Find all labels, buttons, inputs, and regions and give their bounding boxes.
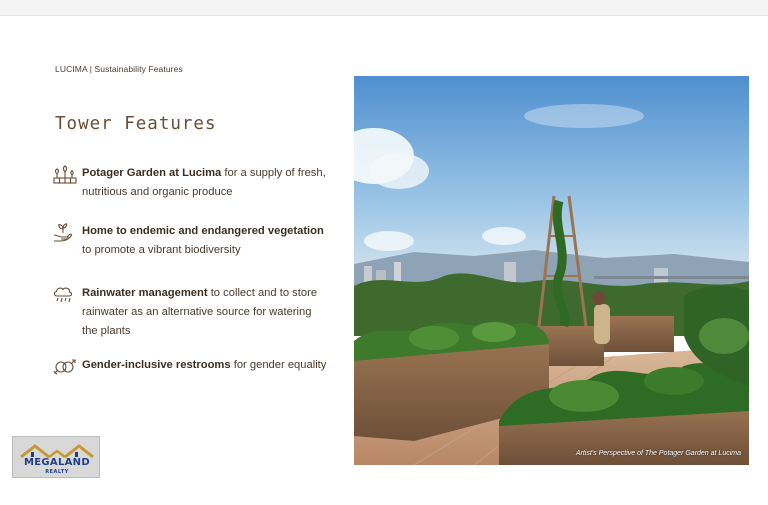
feature-item-rainwater: Rainwater management to collect and to s…	[52, 284, 347, 341]
feature-3-line3: the plants	[82, 325, 131, 337]
feature-1-line2: nutritious and organic produce	[82, 186, 233, 198]
page-title: Tower Features	[55, 114, 217, 134]
feature-2-line2: to promote a vibrant biodiversity	[82, 244, 241, 256]
feature-item-vegetation: Home to endemic and endangered vegetatio…	[52, 222, 347, 260]
feature-1-rest: for a supply of fresh,	[221, 167, 326, 179]
logo-sub-text: REALTY	[45, 469, 69, 475]
feature-1-bold: Potager Garden at Lucima	[82, 167, 222, 179]
feature-item-restrooms: Gender-inclusive restrooms for gender eq…	[52, 356, 347, 378]
top-bar	[0, 0, 768, 16]
feature-item-potager-garden: Potager Garden at Lucima for a supply of…	[52, 164, 347, 202]
garden-photo: Artist's Perspective of The Potager Gard…	[354, 76, 749, 465]
feature-3-bold: Rainwater management	[82, 287, 208, 299]
garden-icon	[52, 164, 82, 186]
feature-3-rest: to collect and to store	[207, 287, 318, 299]
feature-2-bold: Home to endemic and endangered vegetatio…	[82, 225, 324, 237]
breadcrumb: LUCIMA | Sustainability Features	[55, 64, 183, 74]
plant-hand-icon	[52, 222, 82, 244]
slide: LUCIMA | Sustainability Features Tower F…	[0, 16, 768, 486]
photo-caption: Artist's Perspective of The Potager Gard…	[575, 450, 741, 457]
gender-symbol-icon	[52, 356, 82, 378]
logo-brand-text: MEGALAND	[24, 457, 90, 468]
feature-4-rest: for gender equality	[230, 359, 327, 371]
feature-3-line2: rainwater as an alternative source for w…	[82, 306, 312, 318]
megaland-logo: MEGALAND REALTY	[12, 436, 100, 478]
feature-4-bold: Gender-inclusive restrooms	[82, 359, 231, 371]
rain-cloud-icon	[52, 284, 82, 306]
